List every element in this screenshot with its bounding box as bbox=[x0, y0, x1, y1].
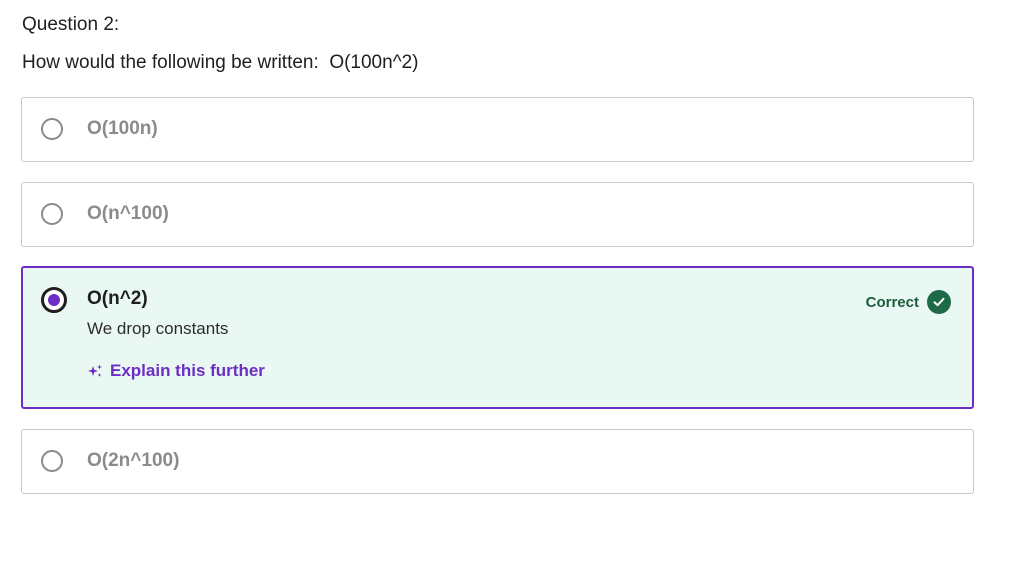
check-circle-icon bbox=[927, 290, 951, 314]
question-text: How would the following be written: O(10… bbox=[22, 52, 419, 73]
answer-feedback: We drop constants bbox=[87, 319, 229, 338]
answer-option-3-selected[interactable]: O(n^2) We drop constants Explain this fu… bbox=[21, 266, 974, 409]
radio-icon[interactable] bbox=[41, 118, 63, 140]
radio-icon[interactable] bbox=[41, 450, 63, 472]
correct-status-label: Correct bbox=[865, 293, 919, 311]
answer-option-2[interactable]: O(n^100) bbox=[21, 182, 974, 247]
radio-selected-icon[interactable] bbox=[41, 287, 67, 313]
answer-option-label: O(n^2) bbox=[87, 288, 148, 309]
radio-icon[interactable] bbox=[41, 203, 63, 225]
question-label: Question 2: bbox=[22, 14, 120, 35]
answer-option-1[interactable]: O(100n) bbox=[21, 97, 974, 162]
explain-further-label: Explain this further bbox=[110, 361, 265, 380]
answer-option-label: O(100n) bbox=[87, 118, 158, 139]
explain-further-link[interactable]: Explain this further bbox=[87, 361, 265, 381]
sparkle-icon bbox=[88, 364, 102, 377]
answer-option-label: O(2n^100) bbox=[87, 450, 180, 471]
radio-dot-icon bbox=[48, 294, 60, 306]
answer-option-4[interactable]: O(2n^100) bbox=[21, 429, 974, 494]
answer-option-label: O(n^100) bbox=[87, 203, 169, 224]
correct-status: Correct bbox=[866, 290, 951, 314]
